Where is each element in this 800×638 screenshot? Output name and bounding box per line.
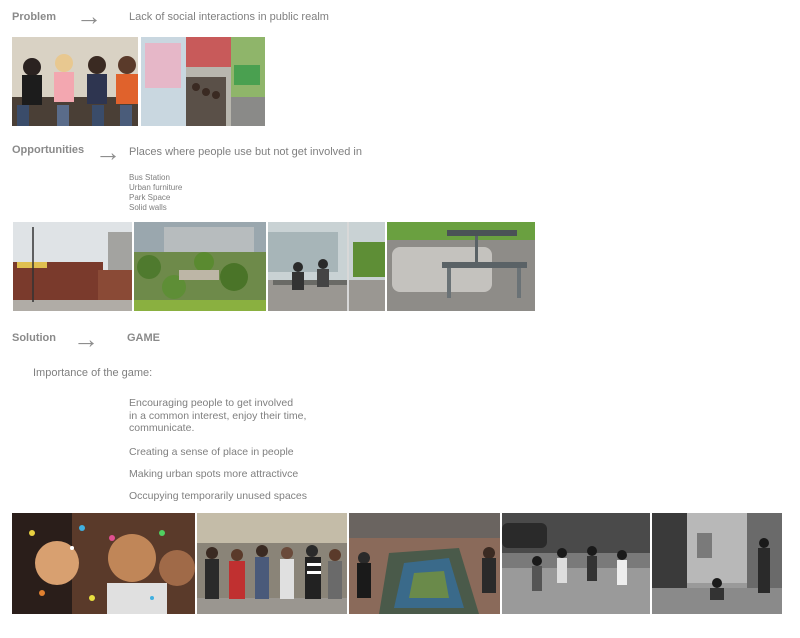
photo-kids-alley <box>652 513 782 614</box>
problem-label: Problem <box>12 11 57 23</box>
photo-confetti-crowd <box>12 513 195 614</box>
importance-item-3: Making urban spots more attractivce <box>129 468 299 480</box>
photo-brick-building <box>13 222 132 311</box>
arrow-right-icon: → <box>95 137 121 167</box>
photo-street-crowd <box>197 513 347 614</box>
opportunities-list: Bus Station Urban furniture Park Space S… <box>129 173 182 213</box>
list-item: Bus Station <box>129 173 170 182</box>
photo-bus-stop-waiting <box>141 37 265 126</box>
importance-item-2: Creating a sense of place in people <box>129 446 294 458</box>
importance-title: Importance of the game: <box>33 367 153 379</box>
problem-text: Lack of social interactions in public re… <box>129 11 329 23</box>
importance-item-4: Occupying temporarily unused spaces <box>129 490 308 502</box>
list-item: Solid walls <box>129 203 167 212</box>
photo-bus-station-bench <box>268 222 385 311</box>
solution-text: GAME <box>127 332 160 344</box>
importance-item-1: Encouraging people to get involved in a … <box>129 397 306 435</box>
photo-3d-street-art <box>349 513 500 614</box>
importance-line: in a common interest, enjoy their time, <box>129 409 307 422</box>
importance-line: Encouraging people to get involved <box>129 397 294 409</box>
list-item: Urban furniture <box>129 183 183 192</box>
photo-kids-playing-street <box>502 513 650 614</box>
arrow-right-icon: → <box>73 324 99 354</box>
list-item: Park Space <box>129 193 171 202</box>
photo-urban-furniture-bench <box>387 222 535 311</box>
opportunities-text: Places where people use but not get invo… <box>129 146 362 158</box>
photo-people-on-phones <box>12 37 138 126</box>
arrow-right-icon: → <box>76 1 102 31</box>
importance-line: communicate. <box>129 422 195 434</box>
photo-park-space <box>134 222 266 311</box>
opportunities-label: Opportunities <box>12 144 85 156</box>
solution-label: Solution <box>12 332 56 344</box>
